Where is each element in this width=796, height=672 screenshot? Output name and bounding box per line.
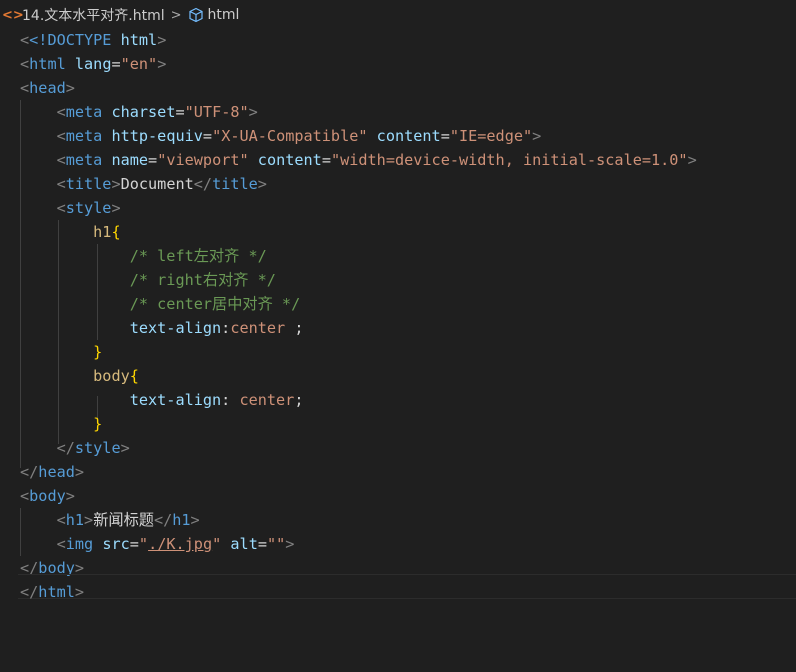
src-link[interactable]: ./K.jpg xyxy=(148,535,212,553)
code-line: /* left左对齐 */ xyxy=(20,244,267,268)
attr-name: charset xyxy=(111,103,176,121)
attr-value: "width=device-width, initial-scale=1.0" xyxy=(330,151,688,169)
breadcrumb: <> 14.文本水平对齐.html > html xyxy=(0,0,796,30)
tag-name: head xyxy=(38,463,75,481)
code-line: <meta http-equiv="X-UA-Compatible" conte… xyxy=(56,127,542,145)
title-text: Document xyxy=(120,175,194,193)
attr-name: http-equiv xyxy=(111,127,203,145)
tag-name: style xyxy=(74,439,121,457)
attr-value: "X-UA-Compatible" xyxy=(212,127,368,145)
attr-value: "" xyxy=(267,535,286,553)
code-line: <style> xyxy=(56,199,121,217)
attr-name: src xyxy=(102,535,130,553)
code-line: /* center居中对齐 */ xyxy=(20,292,300,316)
tag-name: title xyxy=(65,175,112,193)
attr-name: lang xyxy=(74,55,112,73)
tag-name: meta xyxy=(65,127,103,145)
code-line: <h1>新闻标题</h1> xyxy=(56,511,200,529)
doctype-value: html xyxy=(120,31,158,49)
breadcrumb-file[interactable]: 14.文本水平对齐.html xyxy=(22,5,165,25)
css-comment: /* right右对齐 */ xyxy=(129,271,276,289)
code-line: } xyxy=(93,343,103,361)
code-line: <body> xyxy=(20,487,75,505)
code-line: <img src="./K.jpg" alt=""> xyxy=(56,535,295,553)
cube-icon xyxy=(188,7,203,23)
attr-name: content xyxy=(257,151,322,169)
h1-text: 新闻标题 xyxy=(93,511,154,529)
tag-name: title xyxy=(212,175,258,193)
code-line: <meta name="viewport" content="width=dev… xyxy=(56,151,697,169)
code-line: } xyxy=(93,415,103,433)
css-value: center xyxy=(230,319,286,337)
current-line-highlight xyxy=(18,574,796,599)
tag-name: html xyxy=(29,55,66,73)
css-property: text-align xyxy=(129,391,222,409)
css-property: text-align xyxy=(129,319,222,337)
tag-name: meta xyxy=(65,151,103,169)
attr-name: name xyxy=(111,151,149,169)
attr-value: "IE=edge" xyxy=(449,127,533,145)
css-selector: h1 xyxy=(93,223,112,241)
css-comment: /* center居中对齐 */ xyxy=(129,295,301,313)
code-line: </html> xyxy=(20,583,85,601)
attr-value: "en" xyxy=(120,55,158,73)
code-line: h1{ xyxy=(93,223,121,241)
css-selector: body xyxy=(93,367,130,385)
code-line: text-align:center ; xyxy=(129,319,304,337)
tag-name: body xyxy=(29,487,66,505)
code-line: <head> xyxy=(20,79,75,97)
tag-name: meta xyxy=(65,103,103,121)
tag-name: head xyxy=(29,79,66,97)
breadcrumb-element[interactable]: html xyxy=(208,7,240,23)
code-line: text-align: center; xyxy=(129,391,304,409)
attr-name: alt xyxy=(230,535,258,553)
tag-name: html xyxy=(38,583,75,601)
attr-name: content xyxy=(376,127,441,145)
css-value: center xyxy=(239,391,295,409)
attr-value: "viewport" xyxy=(157,151,249,169)
tag-name: h1 xyxy=(65,511,85,529)
code-line: body{ xyxy=(93,367,139,385)
code-line: </style> xyxy=(56,439,130,457)
code-line: </head> xyxy=(20,463,85,481)
code-line: <meta charset="UTF-8"> xyxy=(56,103,258,121)
code-line: /* right右对齐 */ xyxy=(20,268,276,292)
tag-name: img xyxy=(65,535,94,553)
code-line: <html lang="en"> xyxy=(20,55,167,73)
doctype-keyword: <!DOCTYPE xyxy=(29,31,112,49)
html-file-icon: <> xyxy=(2,7,24,23)
tag-name: h1 xyxy=(172,511,191,529)
attr-value: "UTF-8" xyxy=(184,103,249,121)
chevron-right-icon: > xyxy=(170,7,182,23)
code-line: <<!DOCTYPE html> xyxy=(20,31,167,49)
code-line: <title>Document</title> xyxy=(56,175,267,193)
tag-name: style xyxy=(65,199,112,217)
css-comment: /* left左对齐 */ xyxy=(129,247,267,265)
